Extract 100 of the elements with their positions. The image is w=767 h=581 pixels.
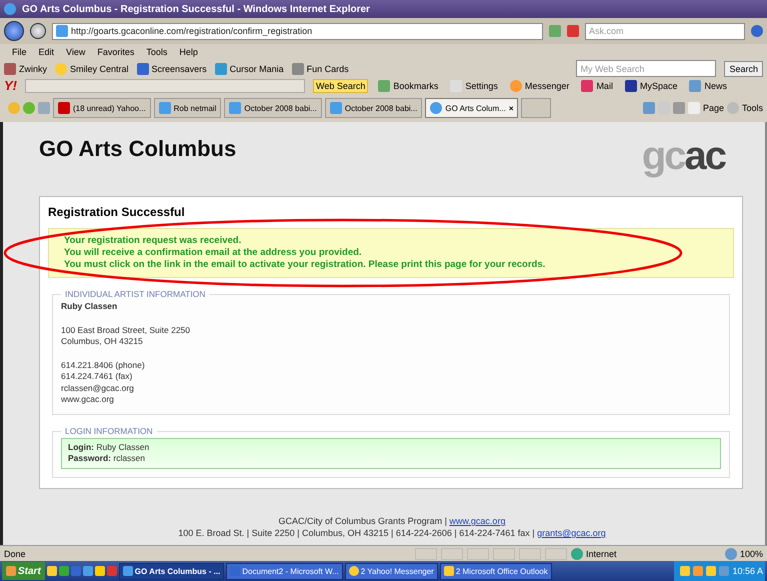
tab-icon — [158, 102, 171, 114]
status-pane — [544, 548, 567, 560]
quick-launch-icon — [106, 566, 117, 576]
tray-icon — [719, 566, 730, 576]
link-icon — [292, 62, 304, 74]
toolbar-item[interactable]: Settings — [448, 78, 500, 92]
tab-icon — [229, 102, 242, 114]
link-icon — [55, 62, 68, 74]
browser-tab[interactable]: GO Arts Colum... × — [425, 98, 518, 118]
link-icon — [136, 62, 149, 74]
menu-item[interactable]: Tools — [146, 47, 168, 57]
toolbar-item[interactable]: Mail — [579, 78, 615, 92]
command-item[interactable]: Page — [688, 102, 724, 114]
app-icon — [444, 566, 454, 576]
page-heading: GO Arts Columbus — [39, 136, 236, 162]
info-line: www.gcac.org — [61, 394, 115, 406]
message-line: You will receive a confirmation email at the address you provided. — [64, 247, 363, 259]
toolbar-icon — [510, 80, 522, 92]
message-line: Your registration request was received. — [64, 235, 242, 247]
card-title: Registration Successful — [48, 205, 186, 219]
menu-item[interactable]: File — [12, 47, 27, 57]
browser-tab[interactable]: October 2008 babi... — [224, 98, 322, 118]
status-pane — [466, 548, 489, 560]
info-line: 614.221.8406 (phone) — [61, 360, 146, 371]
command-item[interactable]: Tools — [726, 102, 763, 114]
start-button[interactable]: Start — [2, 562, 45, 580]
status-pane — [518, 548, 541, 560]
browser-tab[interactable]: (18 unread) Yahoo... — [53, 98, 151, 118]
page-icon — [56, 25, 68, 37]
tab-icon — [430, 102, 442, 114]
toolbar-icon — [450, 80, 462, 92]
toolbar-item[interactable]: MySpace — [622, 78, 680, 92]
link-item[interactable]: Screensavers — [136, 62, 207, 74]
tray-icon — [706, 566, 716, 576]
toolbar-item[interactable]: Messenger — [508, 78, 572, 92]
link-item[interactable]: Zwinky — [4, 62, 48, 74]
app-icon — [122, 566, 133, 576]
link-item[interactable]: Fun Cards — [292, 62, 349, 74]
footer-line: 100 E. Broad St. | Suite 2250 | Columbus, OH 43215 | 614-224-2606 | 614-224-7461 fax | grants@gcac.org — [177, 527, 607, 539]
footer-link[interactable]: www.gcac.org — [449, 516, 506, 526]
footer-line: GCAC/City of Columbus Grants Program | www.gcac.org — [278, 515, 506, 527]
status-pane — [492, 548, 515, 560]
link-item[interactable]: Smiley Central — [55, 62, 129, 74]
message-line: You must click on the link in the email to activate your registration. Please print this page for your records. — [64, 259, 546, 271]
menu-item[interactable]: Favorites — [97, 47, 134, 57]
link-icon — [4, 62, 16, 74]
info-line: 614.224.7461 (fax) — [61, 371, 134, 382]
command-icon — [688, 102, 700, 114]
login-line: Password: rclassen — [68, 453, 146, 464]
menu-item[interactable]: Help — [179, 47, 198, 57]
taskbar-button[interactable]: Document2 - Microsoft W... — [226, 562, 343, 580]
artist-name: Ruby Classen — [61, 301, 118, 312]
yahoo-search-field[interactable] — [25, 78, 305, 92]
link-icon — [214, 62, 227, 74]
back-button[interactable] — [4, 21, 24, 41]
search-button[interactable]: Search — [724, 60, 763, 76]
quick-launch-icon — [46, 566, 57, 576]
tab-icon — [58, 102, 70, 114]
section-legend: LOGIN INFORMATION — [61, 426, 157, 436]
browser-tab[interactable]: October 2008 babi... — [324, 98, 422, 118]
toolbar-icon — [581, 80, 594, 92]
browser-tab[interactable]: Rob netmail — [154, 98, 222, 118]
quick-launch-icon — [70, 566, 81, 576]
info-line: rclassen@gcac.org — [61, 382, 135, 394]
gcac-logo: gcac — [642, 136, 725, 176]
clock: 10:56 A — [732, 566, 763, 576]
status-pane — [414, 548, 437, 560]
zoom-control[interactable]: 100% — [724, 548, 763, 560]
toolbar-icon — [378, 80, 390, 92]
menu-item[interactable]: View — [66, 47, 86, 57]
taskbar-button[interactable]: 2 Yahoo! Messenger — [344, 562, 438, 580]
yahoo-logo: Y! — [4, 78, 17, 93]
zone-indicator: Internet — [570, 548, 721, 560]
link-item[interactable]: Cursor Mania — [214, 62, 284, 74]
forward-button[interactable] — [30, 23, 46, 39]
section-legend: INDIVIDUAL ARTIST INFORMATION — [61, 289, 210, 299]
menu-item[interactable]: Edit — [38, 47, 54, 57]
quick-launch-icon — [82, 566, 93, 576]
taskbar-button[interactable]: GO Arts Columbus - ... — [118, 562, 224, 580]
toolbar-item[interactable]: Bookmarks — [376, 78, 440, 92]
toolbar-icon — [624, 80, 637, 92]
tray-icon — [680, 566, 690, 576]
toolbar-item[interactable]: Web Search — [313, 78, 368, 92]
toolbar-icon — [689, 80, 702, 92]
address-field[interactable]: http://goarts.gcaconline.com/registration/confirm_registration — [52, 22, 543, 40]
login-line: Login: Ruby Classen — [68, 442, 150, 453]
close-icon[interactable]: × — [508, 104, 514, 112]
footer-link[interactable]: grants@gcac.org — [537, 528, 606, 538]
window-title: GO Arts Columbus - Registration Successful - Windows Internet Explorer — [22, 4, 370, 14]
toolbar-item[interactable]: News — [687, 78, 729, 92]
quick-launch-icon — [94, 566, 105, 576]
status-text: Done — [4, 548, 26, 558]
info-line: 100 East Broad Street, Suite 2250 — [61, 324, 192, 336]
tab-icon — [330, 102, 342, 114]
quick-launch-icon — [58, 566, 69, 576]
info-line: Columbus, OH 43215 — [61, 336, 144, 348]
status-pane — [440, 548, 463, 560]
command-icon — [726, 102, 739, 114]
taskbar-button[interactable]: 2 Microsoft Office Outlook — [440, 562, 552, 580]
app-icon — [348, 566, 359, 576]
